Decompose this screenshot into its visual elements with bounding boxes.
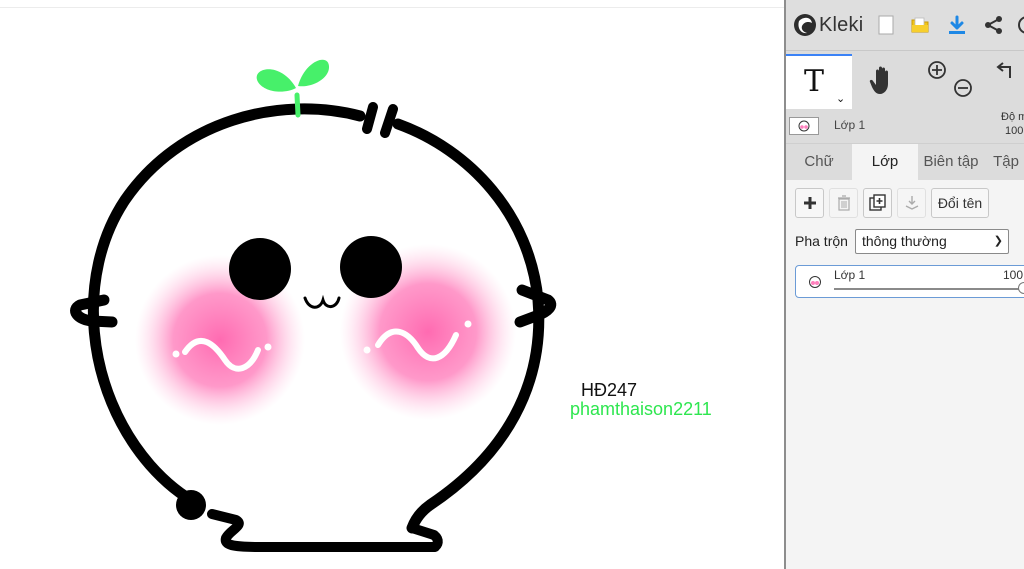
duplicate-icon (868, 194, 886, 211)
layers-panel: Đổi tên Pha trộn thông thường ❯ Lớp 1 10… (786, 180, 1024, 569)
hand-tool-icon (869, 66, 888, 94)
canvas-text-code: HĐ247 (581, 380, 638, 400)
zoom-out-icon (954, 79, 972, 97)
bottom-line (207, 509, 440, 552)
panel-tabs: Chữ Lớp Biên tập Tập (786, 144, 1024, 180)
layer-thumbnail-preview (798, 120, 810, 132)
text-tool-button[interactable]: T ⌄ (786, 54, 852, 109)
current-layer-name: Lớp 1 (834, 118, 866, 132)
layer-opacity-slider-handle[interactable] (1018, 282, 1024, 294)
left-eye (229, 238, 291, 300)
chevron-down-icon[interactable]: ⌄ (836, 92, 845, 105)
top-bar: Kleki (786, 0, 1024, 51)
hand-tool-button[interactable] (866, 63, 900, 97)
canvas-text-credit: phamthaison2211 (570, 399, 712, 419)
sprout-stem (294, 92, 301, 118)
app-name: Kleki (819, 13, 864, 36)
plus-icon (803, 197, 816, 209)
tab-edit[interactable]: Biên tập (918, 144, 984, 180)
merge-down-button[interactable] (897, 188, 926, 218)
opacity-label: Độ m (1001, 111, 1024, 123)
mouth (303, 294, 341, 309)
help-icon (1018, 16, 1024, 34)
layer-opacity-slider[interactable] (834, 288, 1024, 290)
help-button[interactable] (1014, 12, 1024, 38)
tab-file[interactable]: Tập (984, 144, 1024, 180)
new-file-icon (878, 15, 894, 35)
delete-layer-button[interactable] (829, 188, 858, 218)
layer-thumbnail[interactable] (789, 117, 819, 135)
duplicate-layer-button[interactable] (863, 188, 892, 218)
layer-item-thumbnail-preview (809, 276, 821, 288)
chevron-down-icon: ❯ (993, 235, 1003, 247)
app-logo[interactable]: Kleki (792, 11, 863, 39)
undo-icon (996, 62, 1011, 78)
layer-item-thumbnail (804, 274, 826, 290)
drawing-canvas[interactable]: HĐ247 phamthaison2211 (0, 0, 784, 569)
layer-item-name: Lớp 1 (834, 268, 866, 282)
layer-item-opacity: 100 (1003, 268, 1024, 282)
blend-mode-label: Pha trộn (795, 233, 848, 249)
foot-ball (176, 490, 206, 520)
right-eye (340, 236, 402, 298)
blend-mode-value: thông thường (862, 233, 947, 249)
trash-icon (837, 195, 850, 211)
share-icon (985, 16, 1002, 34)
tab-layers[interactable]: Lớp (852, 144, 918, 180)
break-mark-1 (362, 102, 378, 134)
rename-layer-button[interactable]: Đổi tên (931, 188, 989, 218)
open-folder-icon (911, 17, 929, 33)
download-icon (949, 15, 965, 34)
zoom-in-button[interactable] (926, 59, 948, 81)
tool-row: T ⌄ (786, 51, 1024, 109)
new-file-button[interactable] (873, 12, 899, 38)
open-file-button[interactable] (907, 12, 933, 38)
merge-down-icon (905, 196, 918, 210)
text-tool-icon: T (804, 64, 825, 99)
download-button[interactable] (944, 12, 970, 38)
side-panel: Kleki T ⌄ Lớp 1 Độ m 100 Chữ Lớp Biên tậ… (786, 0, 1024, 569)
kleki-logo-icon (794, 14, 816, 36)
zoom-in-icon (928, 61, 946, 79)
sprout-leaf-right (298, 59, 330, 87)
share-button[interactable] (981, 12, 1007, 38)
layer-list-item[interactable]: Lớp 1 100 (795, 265, 1024, 298)
tab-text[interactable]: Chữ (786, 144, 852, 180)
undo-button[interactable] (992, 59, 1018, 83)
opacity-value: 100 (1005, 125, 1024, 137)
break-mark-2 (380, 104, 398, 138)
sprout-leaf-left (256, 69, 296, 92)
canvas-drawing (70, 59, 557, 552)
blend-mode-select[interactable]: thông thường ❯ (855, 229, 1009, 254)
zoom-out-button[interactable] (952, 77, 974, 99)
current-layer-bar: Lớp 1 Độ m 100 (786, 109, 1024, 144)
add-layer-button[interactable] (795, 188, 824, 218)
